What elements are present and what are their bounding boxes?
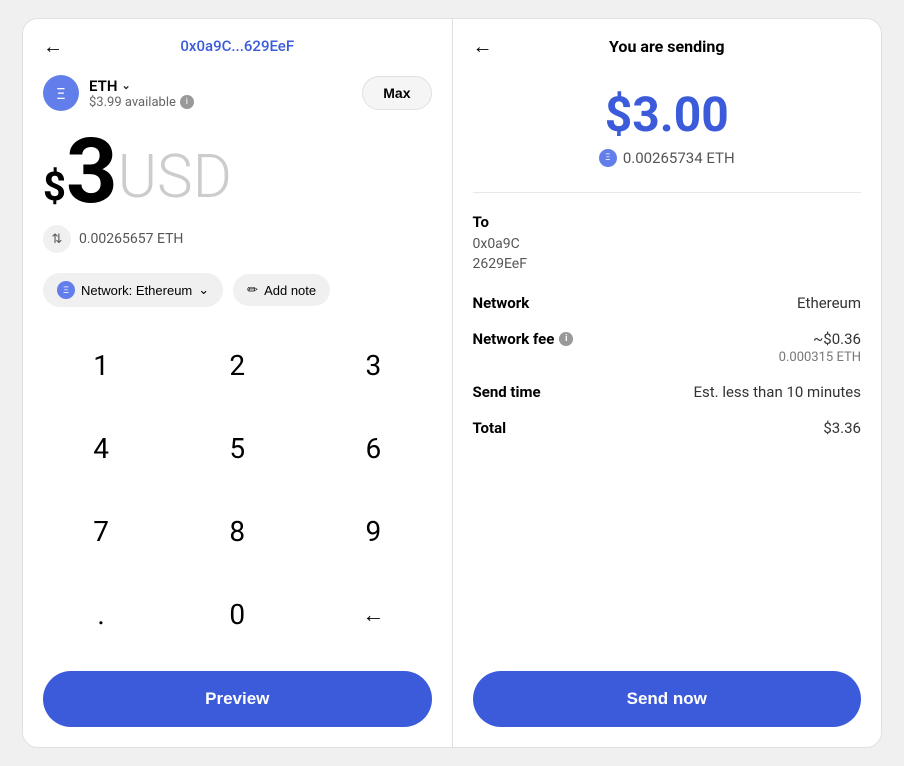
numpad-key-2[interactable]: 2 <box>169 324 305 407</box>
amount-currency: USD <box>118 147 232 207</box>
network-label: Network: Ethereum <box>81 283 192 298</box>
to-group: To 0x0a9C 2629EeF <box>473 213 862 274</box>
total-label: Total <box>473 419 507 437</box>
numpad-key-7[interactable]: 7 <box>33 490 169 573</box>
token-details: ETH ⌄ $3.99 available i <box>89 77 194 110</box>
token-name[interactable]: ETH ⌄ <box>89 77 194 95</box>
fee-value-group: ~$0.36 0.000315 ETH <box>779 330 861 365</box>
add-note-label: Add note <box>264 283 316 298</box>
network-eth-icon: Ξ <box>57 281 75 299</box>
max-button[interactable]: Max <box>362 76 431 110</box>
to-address-line2: 2629EeF <box>473 255 862 275</box>
eth-logo-icon: Ξ <box>43 75 79 111</box>
swap-icon[interactable]: ⇅ <box>43 225 71 253</box>
send-time-value: Est. less than 10 minutes <box>693 383 861 401</box>
network-detail-label: Network <box>473 294 530 312</box>
fee-label: Network fee i <box>473 330 574 348</box>
balance-info-icon[interactable]: i <box>180 95 194 109</box>
screens-container: ← 0x0a9C...629EeF Ξ ETH ⌄ $3.99 availabl… <box>22 18 882 748</box>
total-value: $3.36 <box>823 419 861 437</box>
numpad-key-4[interactable]: 4 <box>33 407 169 490</box>
options-row: Ξ Network: Ethereum ⌄ ✏ Add note <box>23 261 452 319</box>
decimal-key[interactable]: . <box>33 573 169 656</box>
fee-value: ~$0.36 <box>813 330 861 348</box>
sending-amount-section: $3.00 Ξ 0.00265734 ETH <box>453 66 882 187</box>
total-row: Total $3.36 <box>473 419 862 437</box>
send-amount-screen: ← 0x0a9C...629EeF Ξ ETH ⌄ $3.99 availabl… <box>23 19 453 747</box>
numpad-key-5[interactable]: 5 <box>169 407 305 490</box>
to-label: To <box>473 213 862 231</box>
numpad-key-1[interactable]: 1 <box>33 324 169 407</box>
amount-number: 3 <box>66 131 118 212</box>
eth-equivalent-row: ⇅ 0.00265657 ETH <box>23 217 452 261</box>
screen2-title: You are sending <box>609 37 724 56</box>
amount-display: $ 3 USD <box>23 121 452 217</box>
screen1-header: ← 0x0a9C...629EeF <box>23 19 452 65</box>
details-section: To 0x0a9C 2629EeF Network Ethereum Netwo… <box>453 198 882 661</box>
send-time-label: Send time <box>473 383 541 401</box>
fee-info-icon[interactable]: i <box>559 332 573 346</box>
network-detail-value: Ethereum <box>797 294 861 312</box>
token-row: Ξ ETH ⌄ $3.99 available i Max <box>23 65 452 121</box>
dollar-sign: $ <box>43 167 66 207</box>
token-chevron-icon: ⌄ <box>121 79 130 92</box>
confirmation-screen: ← You are sending $3.00 Ξ 0.00265734 ETH… <box>453 19 882 747</box>
send-now-button[interactable]: Send now <box>473 671 862 727</box>
send-time-row: Send time Est. less than 10 minutes <box>473 383 862 401</box>
backspace-key[interactable]: ← <box>305 573 441 656</box>
numpad-key-8[interactable]: 8 <box>169 490 305 573</box>
eth-amount-text: 0.00265657 ETH <box>79 231 183 247</box>
network-chevron-icon: ⌄ <box>198 282 209 298</box>
sending-eth-icon: Ξ <box>599 149 617 167</box>
network-row: Network Ethereum <box>473 294 862 312</box>
screen2-header: ← You are sending <box>453 19 882 66</box>
numpad-key-0[interactable]: 0 <box>169 573 305 656</box>
network-button[interactable]: Ξ Network: Ethereum ⌄ <box>43 273 223 307</box>
fee-row: Network fee i ~$0.36 0.000315 ETH <box>473 330 862 365</box>
pencil-icon: ✏ <box>247 282 258 298</box>
preview-button[interactable]: Preview <box>43 671 432 727</box>
numpad-key-6[interactable]: 6 <box>305 407 441 490</box>
sending-eth-amount: 0.00265734 ETH <box>623 149 735 167</box>
screen1-back-button[interactable]: ← <box>43 34 63 59</box>
token-balance: $3.99 available i <box>89 95 194 110</box>
numpad-key-3[interactable]: 3 <box>305 324 441 407</box>
screen2-back-button[interactable]: ← <box>473 34 493 59</box>
sending-eth-row: Ξ 0.00265734 ETH <box>599 149 735 167</box>
fee-eth-value: 0.000315 ETH <box>779 350 861 365</box>
to-address-line1: 0x0a9C <box>473 235 862 255</box>
sending-amount: $3.00 <box>605 86 729 143</box>
token-info[interactable]: Ξ ETH ⌄ $3.99 available i <box>43 75 194 111</box>
numpad-key-9[interactable]: 9 <box>305 490 441 573</box>
add-note-button[interactable]: ✏ Add note <box>233 274 330 306</box>
numpad: 123 456 789.0← <box>23 319 452 661</box>
divider <box>473 192 862 193</box>
recipient-address: 0x0a9C...629EeF <box>180 37 294 55</box>
